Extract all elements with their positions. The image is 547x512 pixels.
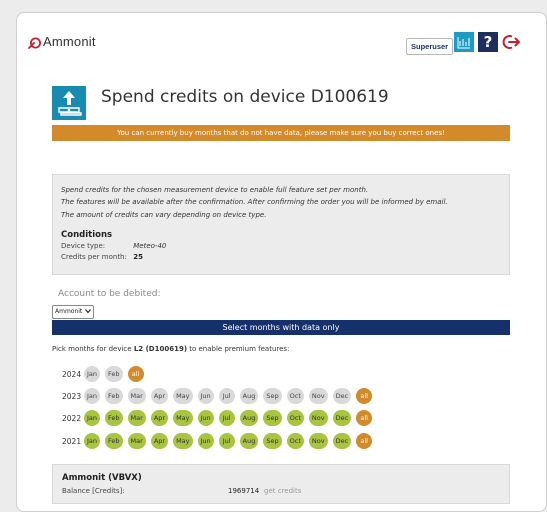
month-toggle: Jul: [218, 388, 235, 404]
page-title: Spend credits on device D100619: [101, 87, 389, 107]
ammonit-logo-icon: [28, 35, 42, 49]
month-row: 2024 Jan Feb all: [62, 366, 149, 382]
month-toggle[interactable]: Jul: [218, 410, 235, 426]
get-credits-link[interactable]: get credits: [264, 487, 301, 495]
month-toggle[interactable]: Oct: [286, 410, 304, 426]
month-toggle[interactable]: Aug: [239, 410, 259, 426]
month-toggle[interactable]: Dec: [332, 433, 352, 449]
pick-suffix: to enable premium features:: [187, 345, 290, 353]
credits-per-month-label: Credits per month:: [61, 253, 127, 261]
help-icon[interactable]: ?: [478, 32, 498, 52]
month-toggle[interactable]: Nov: [308, 433, 328, 449]
month-toggle[interactable]: Aug: [239, 433, 259, 449]
month-toggle[interactable]: Apr: [150, 410, 169, 426]
credits-per-month-row: Credits per month: 25: [61, 253, 143, 261]
month-toggle: Jun: [197, 388, 214, 404]
month-toggle: Jan: [84, 388, 101, 404]
select-all-year-button[interactable]: all: [356, 433, 373, 449]
user-role-button[interactable]: Superuser: [406, 38, 454, 55]
conditions-title: Conditions: [61, 230, 113, 240]
select-all-year-button[interactable]: all: [356, 388, 373, 404]
ammonit-logo[interactable]: Ammonit: [28, 34, 96, 49]
month-toggle[interactable]: Feb: [105, 410, 123, 426]
chart-icon[interactable]: [454, 32, 474, 52]
month-toggle: Mar: [127, 388, 146, 404]
month-toggle: Sep: [263, 388, 282, 404]
month-toggle: Feb: [105, 388, 123, 404]
month-toggle[interactable]: May: [173, 410, 193, 426]
month-toggle: May: [173, 388, 193, 404]
balance-label: Balance [Credits]:: [62, 487, 125, 495]
year-label: 2021: [62, 436, 82, 446]
month-toggle: Dec: [332, 388, 352, 404]
month-toggle[interactable]: Oct: [286, 433, 304, 449]
select-months-with-data-button[interactable]: Select months with data only: [52, 320, 510, 335]
balance-value: 1969714: [228, 487, 260, 495]
pick-prefix: Pick months for device: [52, 345, 134, 353]
chevron-down-icon: [85, 306, 92, 318]
year-label: 2022: [62, 413, 82, 423]
month-toggle[interactable]: Jan: [84, 410, 101, 426]
month-toggle: Apr: [150, 388, 169, 404]
account-balance-box: Ammonit (VBVX) Balance [Credits]: 196971…: [52, 464, 510, 504]
month-toggle[interactable]: Jun: [197, 433, 214, 449]
account-select[interactable]: Ammonit: [52, 305, 95, 319]
month-toggle[interactable]: Feb: [105, 433, 123, 449]
device-type-row: Device type: Meteo-40: [61, 242, 166, 250]
month-row: 2021 Jan Feb Mar Apr May Jun Jul Aug Sep Oct Nov Dec…: [62, 433, 377, 449]
month-toggle: Jan: [84, 366, 101, 382]
month-toggle[interactable]: Apr: [150, 433, 169, 449]
select-all-year-button[interactable]: all: [356, 410, 373, 426]
account-label: Account to be debited:: [58, 289, 161, 299]
month-toggle: Nov: [308, 388, 328, 404]
device-type-value: Meteo-40: [133, 242, 167, 250]
year-label: 2023: [62, 391, 82, 401]
month-toggle: Oct: [286, 388, 304, 404]
month-toggle[interactable]: Jan: [84, 433, 101, 449]
device-type-label: Device type:: [61, 242, 106, 250]
info-line-3: The amount of credits can vary depending…: [61, 211, 267, 219]
account-name: Ammonit (VBVX): [62, 473, 142, 483]
info-box: Spend credits for the chosen measurement…: [52, 174, 510, 275]
month-toggle[interactable]: Sep: [263, 433, 282, 449]
month-toggle[interactable]: Mar: [127, 410, 146, 426]
month-toggle[interactable]: May: [173, 433, 193, 449]
month-row: 2023 Jan Feb Mar Apr May Jun Jul Aug Sep Oct Nov Dec…: [62, 388, 377, 404]
select-all-year-button[interactable]: all: [127, 366, 144, 382]
month-toggle[interactable]: Jun: [197, 410, 214, 426]
month-toggle: Aug: [239, 388, 259, 404]
pick-device: L2 (D100619): [133, 345, 188, 353]
account-select-value: Ammonit: [55, 308, 83, 315]
month-toggle[interactable]: Dec: [332, 410, 352, 426]
info-line-1: Spend credits for the chosen measurement…: [61, 186, 369, 194]
logo-text: Ammonit: [43, 34, 96, 49]
month-toggle[interactable]: Mar: [127, 433, 146, 449]
month-toggle: Feb: [105, 366, 123, 382]
month-row: 2022 Jan Feb Mar Apr May Jun Jul Aug Sep Oct Nov Dec…: [62, 410, 377, 426]
credits-per-month-value: 25: [133, 253, 143, 261]
info-line-2: The features will be available after the…: [61, 198, 448, 206]
warning-banner: You can currently buy months that do not…: [52, 125, 510, 141]
logout-icon[interactable]: [501, 32, 521, 52]
month-toggle[interactable]: Nov: [308, 410, 328, 426]
month-toggle[interactable]: Jul: [218, 433, 235, 449]
help-label: ?: [483, 33, 493, 51]
month-toggle[interactable]: Sep: [263, 410, 282, 426]
credits-icon: [52, 86, 86, 120]
pick-months-text: Pick months for device L2 (D100619) to e…: [52, 345, 289, 353]
year-label: 2024: [62, 369, 82, 379]
